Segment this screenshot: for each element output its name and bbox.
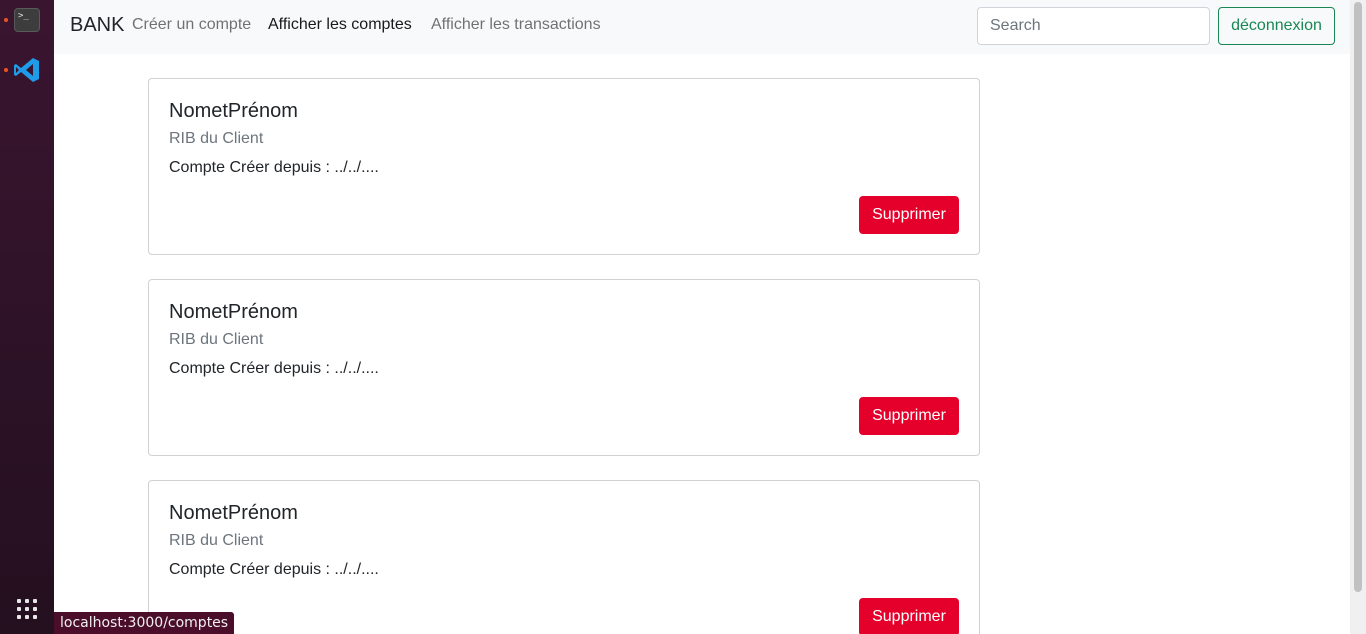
vscode-icon	[14, 58, 39, 82]
ubuntu-dock: >_	[0, 0, 54, 634]
nav-link-transactions[interactable]: Afficher les transactions	[431, 16, 601, 34]
nav-link-create-account[interactable]: Créer un compte	[132, 16, 251, 34]
account-name: NometPrénom	[169, 301, 298, 323]
account-created-date: Compte Créer depuis : ../../....	[169, 159, 379, 176]
account-created-date: Compte Créer depuis : ../../....	[169, 561, 379, 578]
vertical-scrollbar[interactable]	[1350, 0, 1366, 634]
account-rib: RIB du Client	[169, 532, 264, 549]
nav-link-accounts[interactable]: Afficher les comptes	[268, 16, 412, 34]
account-card: NometPrénom RIB du Client Compte Créer d…	[148, 78, 980, 255]
account-card: NometPrénom RIB du Client Compte Créer d…	[148, 279, 980, 456]
delete-button[interactable]: Supprimer	[859, 196, 959, 234]
logout-button[interactable]: déconnexion	[1218, 7, 1335, 45]
vscode-launcher[interactable]	[13, 56, 41, 84]
scrollbar-thumb[interactable]	[1354, 2, 1362, 592]
show-applications-icon[interactable]	[17, 599, 37, 619]
browser-page: BANK Créer un compte Afficher les compte…	[54, 0, 1350, 634]
terminal-launcher[interactable]: >_	[13, 6, 41, 34]
delete-button[interactable]: Supprimer	[859, 598, 959, 634]
running-indicator	[4, 18, 8, 22]
account-card: NometPrénom RIB du Client Compte Créer d…	[148, 480, 980, 634]
brand-link[interactable]: BANK	[70, 14, 124, 37]
account-name: NometPrénom	[169, 100, 298, 122]
delete-button[interactable]: Supprimer	[859, 397, 959, 435]
account-rib: RIB du Client	[169, 130, 264, 147]
navbar: BANK Créer un compte Afficher les compte…	[54, 0, 1350, 54]
account-created-date: Compte Créer depuis : ../../....	[169, 360, 379, 377]
terminal-icon: >_	[14, 8, 40, 32]
search-input[interactable]	[977, 7, 1210, 45]
account-rib: RIB du Client	[169, 331, 264, 348]
link-status-url: localhost:3000/comptes	[54, 612, 235, 634]
running-indicator	[4, 68, 8, 72]
account-name: NometPrénom	[169, 502, 298, 524]
